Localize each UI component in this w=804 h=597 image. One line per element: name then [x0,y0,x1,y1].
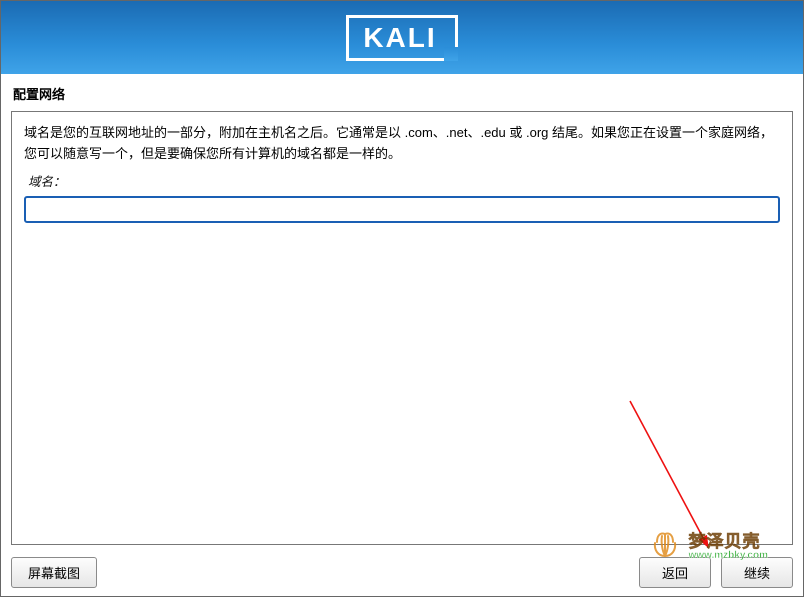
description-text: 域名是您的互联网地址的一部分，附加在主机名之后。它通常是以 .com、.net、… [24,122,780,165]
section-title: 配置网络 [11,84,793,103]
installer-body: 配置网络 域名是您的互联网地址的一部分，附加在主机名之后。它通常是以 .com、… [0,74,804,597]
screenshot-button[interactable]: 屏幕截图 [11,557,97,588]
content-panel: 域名是您的互联网地址的一部分，附加在主机名之后。它通常是以 .com、.net、… [11,111,793,545]
back-button[interactable]: 返回 [639,557,711,588]
nav-buttons: 返回 继续 [639,557,793,588]
kali-logo: KALI [346,15,457,61]
domain-input[interactable] [24,196,780,223]
domain-label: 域名： [28,171,780,190]
button-row: 屏幕截图 返回 继续 [11,557,793,588]
installer-header: KALI [0,0,804,74]
continue-button[interactable]: 继续 [721,557,793,588]
kali-logo-text: KALI [363,22,436,53]
